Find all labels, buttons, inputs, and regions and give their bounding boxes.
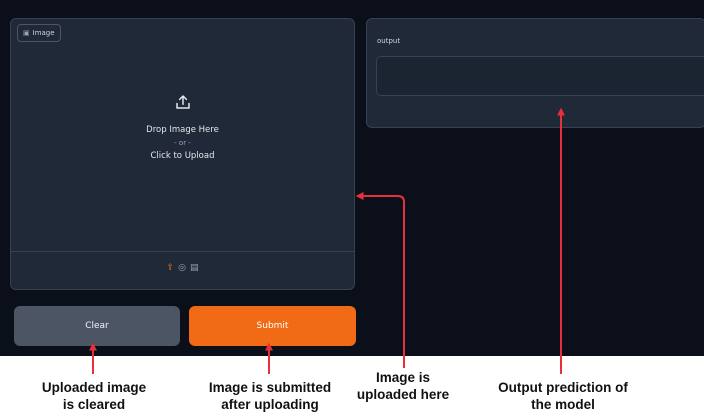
annotation-submit: Image is submitted after uploading [182,379,358,413]
image-drop-zone[interactable]: Drop Image Here - or - Click to Upload [11,79,354,219]
annotation-output-line2: the model [531,397,595,412]
annotation-submit-line2: after uploading [221,397,319,412]
upload-icon [175,95,190,109]
annotation-clear-line1: Uploaded image [41,380,147,395]
app-window: ▣ Image Drop Image Here - or - Click to … [0,0,704,356]
image-label-text: Image [32,29,55,37]
image-icon: ▣ [23,29,30,37]
click-to-upload-text: Click to Upload [150,151,215,161]
annotation-upload-line2: uploaded here [356,387,450,402]
panel-divider [11,251,354,252]
webcam-icon[interactable]: ◎ [178,263,186,279]
clipboard-icon[interactable]: ▤ [190,263,199,279]
drop-image-text: Drop Image Here [146,125,219,135]
image-source-selector: ⇪ ◎ ▤ [11,263,354,279]
image-label-badge: ▣ Image [17,24,61,42]
annotation-upload-line1: Image is [375,370,431,385]
or-separator-text: - or - [174,139,191,147]
upload-source-icon[interactable]: ⇪ [167,263,175,279]
annotation-output-line1: Output prediction of [498,380,628,395]
output-label: output [377,37,401,45]
clear-button[interactable]: Clear [14,306,180,346]
output-panel: output [366,18,704,128]
submit-button[interactable]: Submit [189,306,356,346]
annotation-submit-line1: Image is submitted [208,380,332,395]
annotation-upload: Image is uploaded here [340,369,466,403]
output-textbox[interactable] [376,56,704,96]
annotation-output: Output prediction of the model [478,379,648,413]
annotation-clear: Uploaded image is cleared [18,379,170,413]
annotation-clear-line2: is cleared [62,397,126,412]
image-input-panel[interactable]: ▣ Image Drop Image Here - or - Click to … [10,18,355,290]
